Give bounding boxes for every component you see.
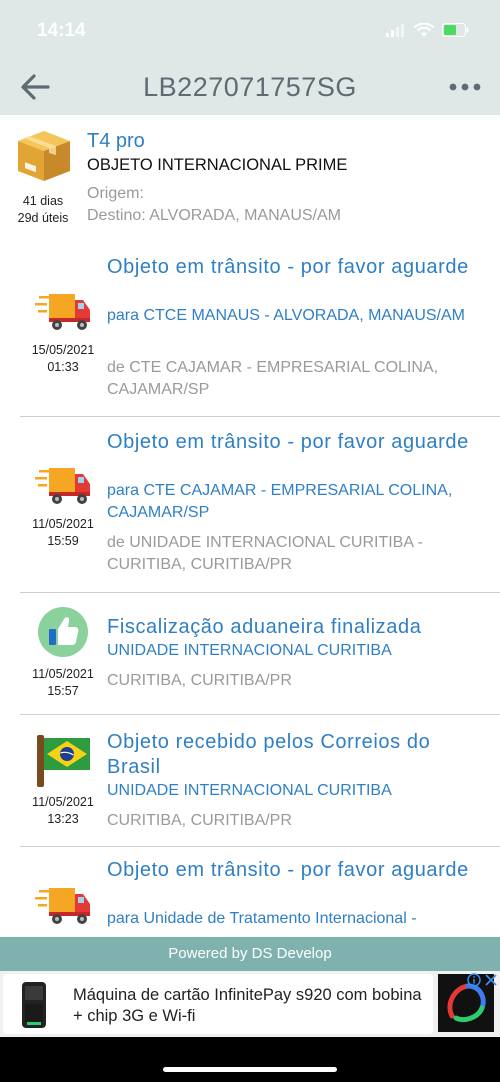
event-status: Objeto recebido pelos Correios do Brasil bbox=[107, 731, 431, 778]
signal-icon bbox=[386, 24, 404, 37]
tracking-event[interactable]: 11/05/2021 13:23 Objeto recebido pelos C… bbox=[0, 715, 500, 846]
event-origin: CURITIBA, CURITIBA/PR bbox=[107, 672, 292, 689]
info-icon[interactable] bbox=[467, 973, 481, 987]
event-time: 15:59 bbox=[47, 534, 79, 548]
status-icons bbox=[386, 20, 470, 40]
app-bar: LB227071757SG bbox=[0, 60, 500, 115]
card-machine-icon bbox=[22, 982, 46, 1028]
package-destination: Destino: ALVORADA, MANAUS/AM bbox=[87, 207, 341, 224]
tracking-code-title: LB227071757SG bbox=[143, 72, 357, 102]
event-origin: de CTE CAJAMAR - EMPRESARIAL COLINA, CAJ… bbox=[107, 359, 439, 398]
event-status: Objeto em trânsito - por favor aguarde bbox=[107, 859, 469, 881]
status-time: 14:14 bbox=[37, 20, 86, 41]
event-date: 11/05/2021 bbox=[32, 667, 94, 681]
package-name: T4 pro bbox=[87, 130, 145, 152]
status-bar: 14:14 bbox=[0, 0, 500, 60]
event-origin: CURITIBA, CURITIBA/PR bbox=[107, 812, 292, 829]
battery-icon bbox=[442, 23, 469, 37]
event-destination: UNIDADE INTERNACIONAL CURITIBA bbox=[107, 782, 392, 799]
close-icon[interactable] bbox=[484, 973, 498, 987]
system-nav-bar bbox=[0, 1037, 500, 1082]
event-date: 15/05/2021 bbox=[31, 343, 95, 357]
event-destination: para Unidade de Tratamento Internacional… bbox=[107, 910, 417, 927]
event-status: Objeto em trânsito - por favor aguarde bbox=[107, 256, 469, 278]
event-date: 11/05/2021 bbox=[32, 517, 94, 531]
event-status: Objeto em trânsito - por favor aguarde bbox=[107, 431, 469, 453]
more-icon[interactable] bbox=[448, 76, 482, 98]
event-destination: para CTCE MANAUS - ALVORADA, MANAUS/AM bbox=[107, 307, 465, 324]
event-time: 15:57 bbox=[47, 684, 79, 698]
home-indicator[interactable] bbox=[163, 1067, 337, 1072]
days-count: 41 dias bbox=[22, 194, 64, 208]
event-destination: UNIDADE INTERNACIONAL CURITIBA bbox=[107, 642, 392, 659]
ad-banner[interactable]: Máquina de cartão InfinitePay s920 com b… bbox=[0, 971, 500, 1037]
tracking-events-list[interactable]: 15/05/2021 01:33 Objeto em trânsito - po… bbox=[0, 250, 500, 936]
package-icon bbox=[18, 131, 70, 181]
event-date: 11/05/2021 bbox=[32, 795, 94, 809]
event-time: 13:23 bbox=[47, 812, 79, 826]
tracking-event[interactable]: 11/05/2021 15:57 Fiscalização aduaneira … bbox=[0, 593, 500, 714]
event-time: 01:33 bbox=[47, 360, 79, 374]
event-destination: para CTE CAJAMAR - EMPRESARIAL COLINA, C… bbox=[107, 482, 453, 521]
truck-icon bbox=[35, 294, 90, 330]
event-status: Fiscalização aduaneira finalizada bbox=[107, 616, 422, 638]
tracking-event[interactable]: Objeto em trânsito - por favor aguarde p… bbox=[0, 847, 500, 936]
ad-text[interactable]: Máquina de cartão InfinitePay s920 com b… bbox=[73, 985, 423, 1027]
truck-icon bbox=[35, 468, 90, 504]
powered-by-footer: Powered by DS Develop bbox=[0, 937, 500, 971]
thumbs-up-icon bbox=[38, 607, 88, 657]
package-type: OBJETO INTERNACIONAL PRIME bbox=[87, 156, 348, 174]
truck-icon bbox=[35, 888, 90, 924]
package-summary[interactable]: 41 dias 29d úteis T4 pro OBJETO INTERNAC… bbox=[0, 115, 500, 245]
tracking-event[interactable]: 11/05/2021 15:59 Objeto em trânsito - po… bbox=[0, 417, 500, 592]
event-origin: de UNIDADE INTERNACIONAL CURITIBA - CURI… bbox=[107, 534, 423, 573]
tracking-event[interactable]: 15/05/2021 01:33 Objeto em trânsito - po… bbox=[0, 250, 500, 417]
package-origin: Origem: bbox=[87, 185, 144, 202]
ad-card[interactable]: Máquina de cartão InfinitePay s920 com b… bbox=[3, 974, 433, 1034]
wifi-icon bbox=[414, 22, 434, 37]
business-days: 29d úteis bbox=[17, 211, 69, 225]
brazil-flag-icon bbox=[37, 735, 90, 787]
